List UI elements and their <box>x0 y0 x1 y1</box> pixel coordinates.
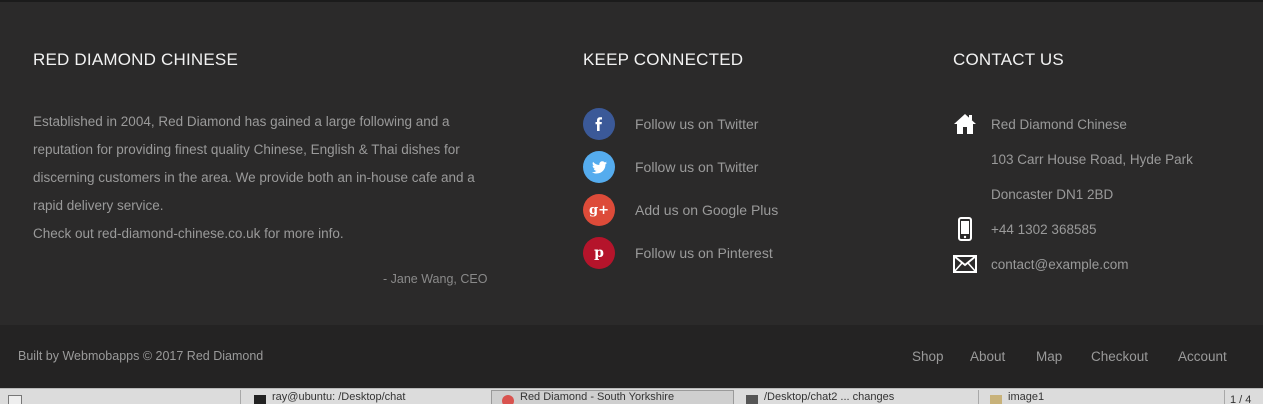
workspace-pager[interactable]: 1 / 4 <box>1230 391 1263 404</box>
about-paragraph: Established in 2004, Red Diamond has gai… <box>33 114 475 213</box>
social-item-facebook[interactable]: Follow us on Twitter <box>583 108 758 140</box>
envelope-icon <box>953 252 977 276</box>
nav-map-link[interactable]: Map <box>1036 349 1062 364</box>
contact-phone-row: +44 1302 368585 <box>953 216 1096 242</box>
social-title: KEEP CONNECTED <box>583 50 744 69</box>
taskbar-divider <box>240 390 241 404</box>
about-text: Established in 2004, Red Diamond has gai… <box>33 108 503 248</box>
social-item-pinterest[interactable]: p Follow us on Pinterest <box>583 237 773 269</box>
facebook-icon[interactable] <box>583 108 615 140</box>
contact-name: Red Diamond Chinese <box>991 116 1127 132</box>
contact-email-row[interactable]: contact@example.com <box>953 251 1129 277</box>
footer-bottom-bar: Built by Webmobapps © 2017 Red Diamond S… <box>0 325 1263 388</box>
taskbar-item-terminal[interactable]: ray@ubuntu: /Desktop/chat <box>244 391 484 404</box>
os-taskbar: ray@ubuntu: /Desktop/chat Red Diamond - … <box>0 388 1263 404</box>
quote-author: - Jane Wang, CEO <box>383 272 488 286</box>
taskbar-divider <box>978 390 979 404</box>
taskbar-divider <box>1224 390 1225 404</box>
twitter-icon[interactable] <box>583 151 615 183</box>
phone-icon <box>953 217 977 241</box>
social-label[interactable]: Follow us on Twitter <box>635 116 758 132</box>
nav-account-link[interactable]: Account <box>1178 349 1227 364</box>
social-item-twitter[interactable]: Follow us on Twitter <box>583 151 758 183</box>
home-icon <box>953 112 977 136</box>
footer-main: RED DIAMOND CHINESE Established in 2004,… <box>0 2 1263 325</box>
social-label[interactable]: Follow us on Pinterest <box>635 245 773 261</box>
contact-address-line2: Doncaster DN1 2BD <box>991 186 1114 202</box>
more-info-text: Check out red-diamond-chinese.co.uk for … <box>33 226 344 241</box>
taskbar-item-editor[interactable]: /Desktop/chat2 ... changes <box>736 391 976 404</box>
pinterest-icon[interactable]: p <box>583 237 615 269</box>
contact-name-row: Red Diamond Chinese <box>953 111 1127 137</box>
nav-checkout-link[interactable]: Checkout <box>1091 349 1148 364</box>
google-plus-icon[interactable]: g+ <box>583 194 615 226</box>
social-label[interactable]: Add us on Google Plus <box>635 202 778 218</box>
copyright-text: Built by Webmobapps © 2017 Red Diamond <box>18 349 264 363</box>
social-label[interactable]: Follow us on Twitter <box>635 159 758 175</box>
show-desktop-icon[interactable] <box>4 391 34 404</box>
taskbar-item-browser[interactable]: Red Diamond - South Yorkshire <box>491 390 734 404</box>
contact-phone: +44 1302 368585 <box>991 221 1097 237</box>
contact-title: CONTACT US <box>953 50 1064 69</box>
contact-address-line1: 103 Carr House Road, Hyde Park <box>991 151 1193 167</box>
nav-about-link[interactable]: About <box>970 349 1005 364</box>
social-item-google-plus[interactable]: g+ Add us on Google Plus <box>583 194 778 226</box>
contact-email[interactable]: contact@example.com <box>991 257 1129 272</box>
nav-shop-link[interactable]: Shop <box>912 349 944 364</box>
taskbar-item-image-viewer[interactable]: image1 <box>980 391 1220 404</box>
about-title: RED DIAMOND CHINESE <box>33 50 238 69</box>
